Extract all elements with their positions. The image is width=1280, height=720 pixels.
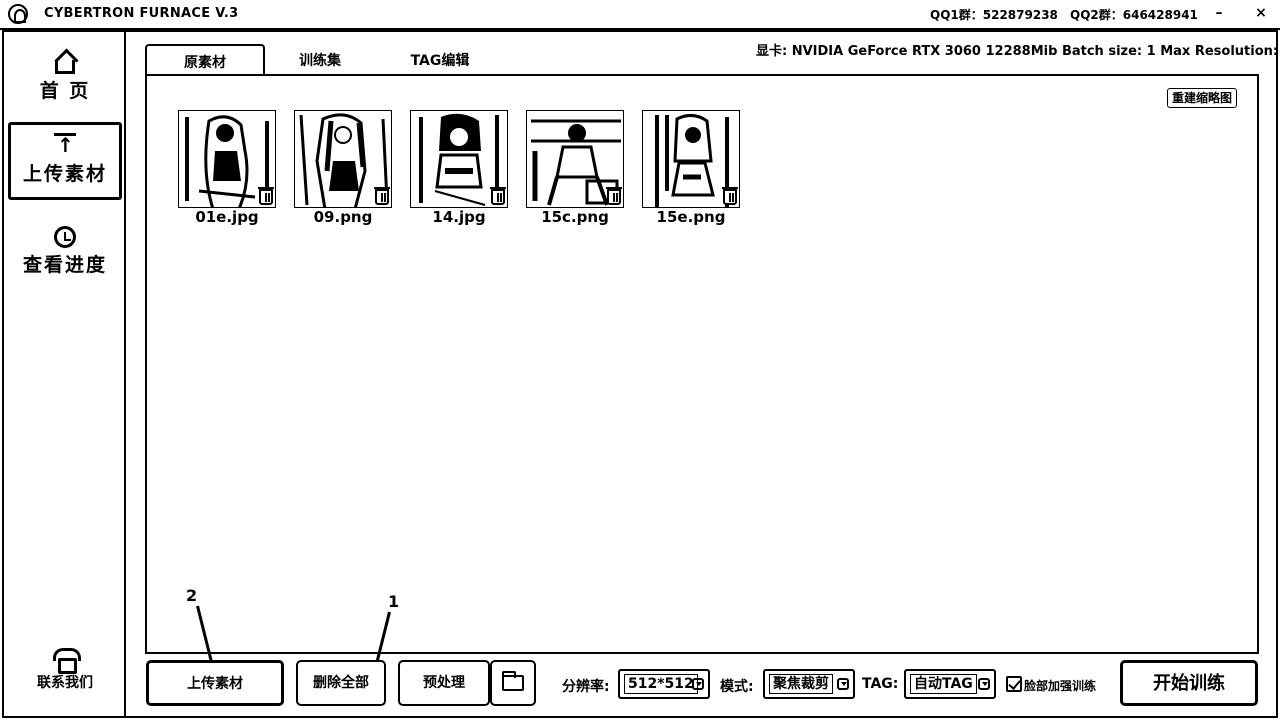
chevron-down-icon (692, 678, 704, 690)
chevron-down-icon (978, 678, 990, 690)
sidebar-item-label: 上传素材 (22, 163, 107, 185)
tag-value: 自动TAG (910, 674, 977, 694)
thumbnail-filename: 15c.png (541, 208, 609, 226)
thumbnail-image[interactable] (410, 110, 508, 208)
thumbnail-image[interactable] (526, 110, 624, 208)
thumbnail-image[interactable] (642, 110, 740, 208)
tab-tag-edit[interactable]: TAG编辑 (395, 44, 485, 74)
open-folder-button[interactable] (490, 660, 536, 706)
thumbnail-item[interactable]: 09.png (293, 110, 393, 226)
trash-icon[interactable] (258, 187, 274, 205)
preprocess-button[interactable]: 预处理 (398, 660, 490, 706)
trash-icon[interactable] (374, 187, 390, 205)
qq-group-1: QQ1群：522879238 (930, 8, 1058, 22)
thumbnail-image[interactable] (294, 110, 392, 208)
thumbnail-filename: 09.png (313, 208, 373, 226)
tab-raw-materials[interactable]: 原素材 (145, 44, 265, 74)
home-icon (55, 60, 75, 74)
thumbnail-filename: 14.jpg (432, 208, 486, 226)
hardware-info: 显卡: NVIDIA GeForce RTX 3060 12288Mib Bat… (756, 44, 1280, 59)
upload-icon (52, 133, 78, 157)
sidebar-item-label: 首 页 (39, 80, 91, 102)
thumbnail-filename: 01e.jpg (195, 208, 259, 226)
sidebar-item-label: 联系我们 (37, 675, 93, 691)
tab-training-set[interactable]: 训练集 (275, 44, 365, 74)
trash-icon[interactable] (490, 187, 506, 205)
mode-select[interactable]: 聚焦裁剪 (763, 669, 855, 699)
thumbnail-item[interactable]: 15e.png (641, 110, 741, 226)
chevron-down-icon (837, 678, 849, 690)
trash-icon[interactable] (606, 187, 622, 205)
app-title: CYBERTRON FURNACE V.3 (44, 6, 239, 21)
thumbnail-image[interactable] (178, 110, 276, 208)
clock-icon (54, 226, 76, 248)
sidebar-item-upload[interactable]: 上传素材 (8, 122, 122, 200)
rebuild-thumbnails-button[interactable]: 重建缩略图 (1166, 88, 1237, 108)
start-training-button[interactable]: 开始训练 (1120, 660, 1258, 706)
thumbnail-filename: 15e.png (656, 208, 726, 226)
upload-materials-button[interactable]: 上传素材 (146, 660, 284, 706)
minimize-button[interactable]: – (1208, 4, 1230, 24)
mode-label: 模式: (720, 679, 754, 695)
resolution-select[interactable]: 512*512 (618, 669, 710, 699)
sidebar-item-progress[interactable]: 查看进度 (8, 218, 122, 296)
materials-panel: 重建缩略图 01e.jpg 09.png 14.jpg 15c.png 15e.… (145, 74, 1259, 654)
resolution-value: 512*512 (624, 674, 698, 694)
face-enhance-label: 脸部加强训练 (1024, 679, 1097, 693)
resolution-label: 分辨率: (562, 679, 610, 695)
annotation-two: 2 (186, 586, 198, 605)
close-button[interactable]: × (1250, 4, 1272, 24)
annotation-one: 1 (388, 592, 400, 611)
title-bar: CYBERTRON FURNACE V.3 QQ1群：522879238 QQ2… (0, 0, 1280, 30)
tag-label: TAG: (862, 676, 899, 692)
sidebar: 首 页 上传素材 查看进度 联系我们 (4, 32, 126, 718)
thumbnail-item[interactable]: 15c.png (525, 110, 625, 226)
thumbnail-item[interactable]: 01e.jpg (177, 110, 277, 226)
app-logo-icon (8, 4, 28, 24)
sidebar-item-contact[interactable]: 联系我们 (8, 640, 122, 718)
phone-icon (53, 648, 81, 674)
thumbnail-item[interactable]: 14.jpg (409, 110, 509, 226)
sidebar-item-label: 查看进度 (22, 254, 107, 276)
mode-value: 聚焦裁剪 (769, 674, 833, 694)
tag-select[interactable]: 自动TAG (904, 669, 996, 699)
trash-icon[interactable] (722, 187, 738, 205)
face-enhance-checkbox[interactable] (1006, 676, 1022, 692)
qq-group-2: QQ2群：646428941 (1070, 8, 1198, 22)
delete-all-button[interactable]: 删除全部 (296, 660, 386, 706)
folder-icon (502, 671, 524, 691)
sidebar-item-home[interactable]: 首 页 (8, 42, 122, 120)
